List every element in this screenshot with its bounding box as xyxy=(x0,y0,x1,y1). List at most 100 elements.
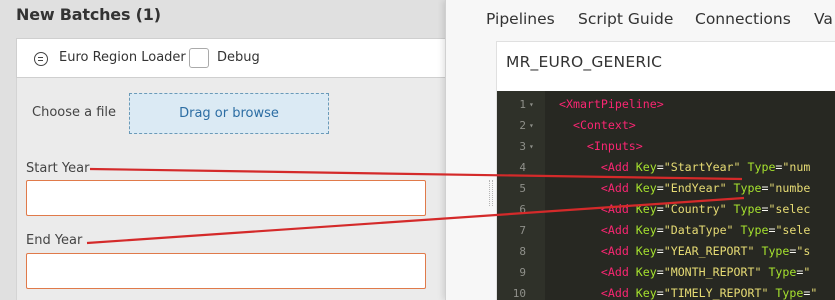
xml-attr-value: "MONTH_REPORT" xyxy=(663,265,762,279)
line-number: 9 xyxy=(519,266,526,279)
xml-attr-name: Key xyxy=(635,265,657,279)
xml-tag: <Context> xyxy=(572,118,636,132)
line-number: 3 xyxy=(519,140,526,153)
xml-attr-name: Type xyxy=(747,160,776,174)
code-line: 1 ▾ <XmartPipeline> xyxy=(497,94,835,115)
xml-attr-name: Type xyxy=(740,223,769,237)
debug-checkbox[interactable] xyxy=(189,48,209,68)
end-year-input[interactable] xyxy=(26,253,426,289)
xml-attr-name: Key xyxy=(635,223,657,237)
line-number: 6 xyxy=(519,203,526,216)
fold-arrow-icon: ▾ xyxy=(529,142,534,151)
splitter-grip-handle[interactable] xyxy=(489,180,493,206)
xml-attr-name: Key xyxy=(635,244,657,258)
line-number: 4 xyxy=(519,161,526,174)
line-number: 10 xyxy=(512,287,526,300)
script-title: MR_EURO_GENERIC xyxy=(506,53,663,71)
xml-attr-name: Key xyxy=(635,181,657,195)
xml-attr-value: "YEAR_REPORT" xyxy=(663,244,755,258)
xml-attr-value: " xyxy=(810,286,818,300)
code-text: <Add Key="TIMELY_REPORT" Type=" xyxy=(559,283,817,300)
xml-attr-value: "numbe xyxy=(768,181,811,195)
line-number: 7 xyxy=(519,224,526,237)
xml-attr-value: "DataType" xyxy=(663,223,734,237)
line-number: 8 xyxy=(519,245,526,258)
code-line: 3 ▾ <Inputs> xyxy=(497,136,835,157)
code-line: 2 ▾ <Context> xyxy=(497,115,835,136)
debug-label[interactable]: Debug xyxy=(217,50,260,65)
code-editor[interactable]: 1 ▾ <XmartPipeline> 2 ▾ <Context> 3 ▾ <Inputs>… xyxy=(497,91,835,300)
code-text: <Add Key="MONTH_REPORT" Type=" xyxy=(559,262,810,283)
nav-connections[interactable]: Connections xyxy=(695,10,791,28)
code-text: <Add Key="YEAR_REPORT" Type="s xyxy=(559,241,810,262)
fold-arrow-icon: ▾ xyxy=(529,121,534,130)
xml-attr-name: Type xyxy=(775,286,804,300)
code-line: 7 <Add Key="DataType" Type="sele xyxy=(497,220,835,241)
xml-equals: = xyxy=(656,223,664,237)
code-text: <Context> xyxy=(559,115,636,136)
file-drop-zone[interactable]: Drag or browse xyxy=(129,93,329,134)
page-title: New Batches (1) xyxy=(16,5,161,24)
xml-equals: = xyxy=(656,286,664,300)
xml-attr-value: "num xyxy=(782,160,811,174)
xml-attr-value: "sele xyxy=(775,223,811,237)
line-number: 1 xyxy=(519,98,526,111)
xml-attr-value: " xyxy=(803,265,811,279)
code-text: <Add Key="EndYear" Type="numbe xyxy=(559,178,810,199)
xml-equals: = xyxy=(656,265,664,279)
nav-script-guide[interactable]: Script Guide xyxy=(578,10,673,28)
xml-equals: = xyxy=(656,160,664,174)
end-year-label: End Year xyxy=(26,233,83,248)
fold-arrow-icon: ▾ xyxy=(529,100,534,109)
code-text: <Add Key="Country" Type="selec xyxy=(559,199,810,220)
xml-equals: = xyxy=(656,202,664,216)
xml-attr-value: "StartYear" xyxy=(663,160,741,174)
xml-attr-value: "selec xyxy=(768,202,811,216)
nav-item-truncated[interactable]: Va xyxy=(814,10,833,28)
xml-tag: <Add xyxy=(600,160,629,174)
pipeline-name: Euro Region Loader xyxy=(59,50,186,65)
start-year-input[interactable] xyxy=(26,180,426,216)
xml-tag: <Add xyxy=(600,181,629,195)
nav-pipelines[interactable]: Pipelines xyxy=(486,10,555,28)
xml-attr-name: Type xyxy=(733,181,762,195)
xml-attr-name: Key xyxy=(635,202,657,216)
xml-tag: <Add xyxy=(600,286,629,300)
xml-equals: = xyxy=(656,244,664,258)
pipeline-list-icon xyxy=(34,52,48,66)
xml-attr-name: Type xyxy=(768,265,797,279)
code-text: <Add Key="DataType" Type="sele xyxy=(559,220,810,241)
code-text: <Add Key="StartYear" Type="num xyxy=(559,157,810,178)
code-line: 5 <Add Key="EndYear" Type="numbe xyxy=(497,178,835,199)
script-card: MR_EURO_GENERIC 1 ▾ <XmartPipeline> 2 ▾ <Con… xyxy=(496,41,835,300)
choose-file-label: Choose a file xyxy=(32,105,117,120)
code-line: 10 <Add Key="TIMELY_REPORT" Type=" xyxy=(497,283,835,300)
xml-tag: <Add xyxy=(600,223,629,237)
pipeline-row: Euro Region Loader Debug xyxy=(16,38,456,78)
code-line: 4 <Add Key="StartYear" Type="num xyxy=(497,157,835,178)
xml-attr-name: Type xyxy=(733,202,762,216)
batch-panel: New Batches (1) Euro Region Loader Debug… xyxy=(0,0,456,300)
xml-attr-name: Key xyxy=(635,286,657,300)
code-line: 6 <Add Key="Country" Type="selec xyxy=(497,199,835,220)
xml-tag: <Add xyxy=(600,202,629,216)
line-number: 5 xyxy=(519,182,526,195)
code-line: 9 <Add Key="MONTH_REPORT" Type=" xyxy=(497,262,835,283)
line-number: 2 xyxy=(519,119,526,132)
xml-attr-name: Type xyxy=(761,244,790,258)
xml-tag: <Add xyxy=(600,265,629,279)
code-text: <XmartPipeline> xyxy=(559,94,664,115)
xml-attr-value: "TIMELY_REPORT" xyxy=(663,286,769,300)
xml-attr-name: Key xyxy=(635,160,657,174)
xml-attr-value: "EndYear" xyxy=(663,181,727,195)
xml-attr-value: "Country" xyxy=(663,202,727,216)
xml-tag: <Add xyxy=(600,244,629,258)
xml-tag: <XmartPipeline> xyxy=(559,97,664,111)
xml-tag: <Inputs> xyxy=(586,139,643,153)
start-year-label: Start Year xyxy=(26,161,90,176)
top-nav: Pipelines Script Guide Connections Va xyxy=(446,0,835,40)
code-text: <Inputs> xyxy=(559,136,643,157)
xml-equals: = xyxy=(656,181,664,195)
pipeline-editor-panel: Pipelines Script Guide Connections Va MR… xyxy=(445,0,835,300)
xml-attr-value: "s xyxy=(796,244,811,258)
